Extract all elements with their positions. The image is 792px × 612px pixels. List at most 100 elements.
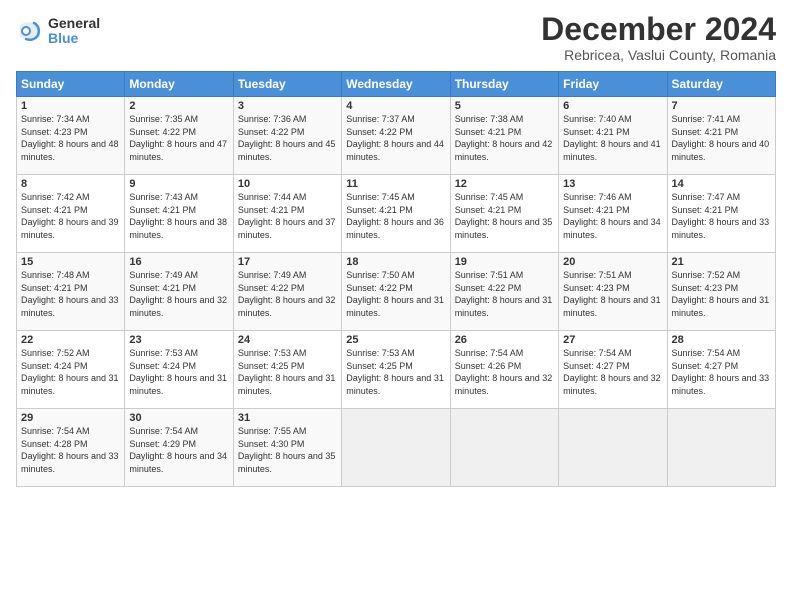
calendar-cell: 30 Sunrise: 7:54 AM Sunset: 4:29 PM Dayl… — [125, 409, 233, 487]
day-info: Sunrise: 7:41 AM Sunset: 4:21 PM Dayligh… — [672, 113, 771, 163]
calendar-cell: 18 Sunrise: 7:50 AM Sunset: 4:22 PM Dayl… — [342, 253, 450, 331]
header: General Blue December 2024 Rebricea, Vas… — [16, 12, 776, 63]
day-info: Sunrise: 7:48 AM Sunset: 4:21 PM Dayligh… — [21, 269, 120, 319]
day-number: 29 — [21, 412, 120, 424]
calendar-cell: 29 Sunrise: 7:54 AM Sunset: 4:28 PM Dayl… — [17, 409, 125, 487]
day-number: 9 — [129, 178, 228, 190]
day-number: 20 — [563, 256, 662, 268]
calendar-week-row: 22 Sunrise: 7:52 AM Sunset: 4:24 PM Dayl… — [17, 331, 776, 409]
calendar-cell: 27 Sunrise: 7:54 AM Sunset: 4:27 PM Dayl… — [559, 331, 667, 409]
day-number: 16 — [129, 256, 228, 268]
day-number: 10 — [238, 178, 337, 190]
calendar-cell: 6 Sunrise: 7:40 AM Sunset: 4:21 PM Dayli… — [559, 97, 667, 175]
calendar-week-row: 1 Sunrise: 7:34 AM Sunset: 4:23 PM Dayli… — [17, 97, 776, 175]
logo: General Blue — [16, 16, 100, 47]
calendar-cell: 31 Sunrise: 7:55 AM Sunset: 4:30 PM Dayl… — [233, 409, 341, 487]
day-info: Sunrise: 7:54 AM Sunset: 4:28 PM Dayligh… — [21, 425, 120, 475]
calendar-cell: 24 Sunrise: 7:53 AM Sunset: 4:25 PM Dayl… — [233, 331, 341, 409]
calendar-cell: 21 Sunrise: 7:52 AM Sunset: 4:23 PM Dayl… — [667, 253, 775, 331]
day-number: 21 — [672, 256, 771, 268]
day-number: 19 — [455, 256, 554, 268]
day-number: 17 — [238, 256, 337, 268]
month-title: December 2024 — [541, 12, 776, 47]
col-header-friday: Friday — [559, 72, 667, 97]
calendar-cell: 23 Sunrise: 7:53 AM Sunset: 4:24 PM Dayl… — [125, 331, 233, 409]
col-header-monday: Monday — [125, 72, 233, 97]
calendar-cell: 10 Sunrise: 7:44 AM Sunset: 4:21 PM Dayl… — [233, 175, 341, 253]
calendar-cell: 13 Sunrise: 7:46 AM Sunset: 4:21 PM Dayl… — [559, 175, 667, 253]
day-number: 12 — [455, 178, 554, 190]
calendar-cell: 12 Sunrise: 7:45 AM Sunset: 4:21 PM Dayl… — [450, 175, 558, 253]
day-info: Sunrise: 7:47 AM Sunset: 4:21 PM Dayligh… — [672, 191, 771, 241]
day-number: 23 — [129, 334, 228, 346]
title-area: December 2024 Rebricea, Vaslui County, R… — [541, 12, 776, 63]
col-header-sunday: Sunday — [17, 72, 125, 97]
day-info: Sunrise: 7:54 AM Sunset: 4:27 PM Dayligh… — [672, 347, 771, 397]
calendar-header-row: SundayMondayTuesdayWednesdayThursdayFrid… — [17, 72, 776, 97]
calendar-week-row: 29 Sunrise: 7:54 AM Sunset: 4:28 PM Dayl… — [17, 409, 776, 487]
col-header-saturday: Saturday — [667, 72, 775, 97]
day-info: Sunrise: 7:50 AM Sunset: 4:22 PM Dayligh… — [346, 269, 445, 319]
day-info: Sunrise: 7:53 AM Sunset: 4:25 PM Dayligh… — [238, 347, 337, 397]
calendar-cell: 20 Sunrise: 7:51 AM Sunset: 4:23 PM Dayl… — [559, 253, 667, 331]
day-info: Sunrise: 7:51 AM Sunset: 4:22 PM Dayligh… — [455, 269, 554, 319]
day-info: Sunrise: 7:36 AM Sunset: 4:22 PM Dayligh… — [238, 113, 337, 163]
day-info: Sunrise: 7:53 AM Sunset: 4:25 PM Dayligh… — [346, 347, 445, 397]
calendar-cell: 28 Sunrise: 7:54 AM Sunset: 4:27 PM Dayl… — [667, 331, 775, 409]
calendar-cell: 4 Sunrise: 7:37 AM Sunset: 4:22 PM Dayli… — [342, 97, 450, 175]
day-info: Sunrise: 7:54 AM Sunset: 4:26 PM Dayligh… — [455, 347, 554, 397]
day-info: Sunrise: 7:52 AM Sunset: 4:24 PM Dayligh… — [21, 347, 120, 397]
page-container: General Blue December 2024 Rebricea, Vas… — [0, 0, 792, 495]
day-info: Sunrise: 7:37 AM Sunset: 4:22 PM Dayligh… — [346, 113, 445, 163]
calendar-cell: 26 Sunrise: 7:54 AM Sunset: 4:26 PM Dayl… — [450, 331, 558, 409]
calendar-cell: 14 Sunrise: 7:47 AM Sunset: 4:21 PM Dayl… — [667, 175, 775, 253]
logo-general-text: General — [48, 16, 100, 31]
logo-icon — [16, 17, 44, 45]
day-number: 26 — [455, 334, 554, 346]
day-info: Sunrise: 7:46 AM Sunset: 4:21 PM Dayligh… — [563, 191, 662, 241]
logo-blue-text: Blue — [48, 31, 100, 46]
calendar-cell: 8 Sunrise: 7:42 AM Sunset: 4:21 PM Dayli… — [17, 175, 125, 253]
day-number: 7 — [672, 100, 771, 112]
calendar-week-row: 15 Sunrise: 7:48 AM Sunset: 4:21 PM Dayl… — [17, 253, 776, 331]
calendar-cell: 15 Sunrise: 7:48 AM Sunset: 4:21 PM Dayl… — [17, 253, 125, 331]
location: Rebricea, Vaslui County, Romania — [541, 47, 776, 63]
col-header-tuesday: Tuesday — [233, 72, 341, 97]
calendar-cell — [667, 409, 775, 487]
calendar-cell: 9 Sunrise: 7:43 AM Sunset: 4:21 PM Dayli… — [125, 175, 233, 253]
calendar-week-row: 8 Sunrise: 7:42 AM Sunset: 4:21 PM Dayli… — [17, 175, 776, 253]
day-info: Sunrise: 7:49 AM Sunset: 4:21 PM Dayligh… — [129, 269, 228, 319]
calendar-cell: 1 Sunrise: 7:34 AM Sunset: 4:23 PM Dayli… — [17, 97, 125, 175]
day-number: 15 — [21, 256, 120, 268]
calendar-cell: 17 Sunrise: 7:49 AM Sunset: 4:22 PM Dayl… — [233, 253, 341, 331]
day-number: 4 — [346, 100, 445, 112]
col-header-wednesday: Wednesday — [342, 72, 450, 97]
logo-text: General Blue — [48, 16, 100, 47]
day-number: 28 — [672, 334, 771, 346]
calendar-cell — [342, 409, 450, 487]
calendar-table: SundayMondayTuesdayWednesdayThursdayFrid… — [16, 71, 776, 487]
day-number: 30 — [129, 412, 228, 424]
day-number: 3 — [238, 100, 337, 112]
day-info: Sunrise: 7:38 AM Sunset: 4:21 PM Dayligh… — [455, 113, 554, 163]
day-number: 14 — [672, 178, 771, 190]
day-number: 25 — [346, 334, 445, 346]
calendar-cell: 5 Sunrise: 7:38 AM Sunset: 4:21 PM Dayli… — [450, 97, 558, 175]
day-number: 31 — [238, 412, 337, 424]
day-info: Sunrise: 7:34 AM Sunset: 4:23 PM Dayligh… — [21, 113, 120, 163]
day-info: Sunrise: 7:45 AM Sunset: 4:21 PM Dayligh… — [346, 191, 445, 241]
calendar-cell: 22 Sunrise: 7:52 AM Sunset: 4:24 PM Dayl… — [17, 331, 125, 409]
day-info: Sunrise: 7:52 AM Sunset: 4:23 PM Dayligh… — [672, 269, 771, 319]
col-header-thursday: Thursday — [450, 72, 558, 97]
day-number: 24 — [238, 334, 337, 346]
day-number: 2 — [129, 100, 228, 112]
day-info: Sunrise: 7:53 AM Sunset: 4:24 PM Dayligh… — [129, 347, 228, 397]
calendar-cell — [559, 409, 667, 487]
day-info: Sunrise: 7:40 AM Sunset: 4:21 PM Dayligh… — [563, 113, 662, 163]
calendar-cell: 3 Sunrise: 7:36 AM Sunset: 4:22 PM Dayli… — [233, 97, 341, 175]
day-number: 13 — [563, 178, 662, 190]
calendar-cell: 19 Sunrise: 7:51 AM Sunset: 4:22 PM Dayl… — [450, 253, 558, 331]
day-info: Sunrise: 7:54 AM Sunset: 4:29 PM Dayligh… — [129, 425, 228, 475]
day-number: 6 — [563, 100, 662, 112]
calendar-cell: 25 Sunrise: 7:53 AM Sunset: 4:25 PM Dayl… — [342, 331, 450, 409]
